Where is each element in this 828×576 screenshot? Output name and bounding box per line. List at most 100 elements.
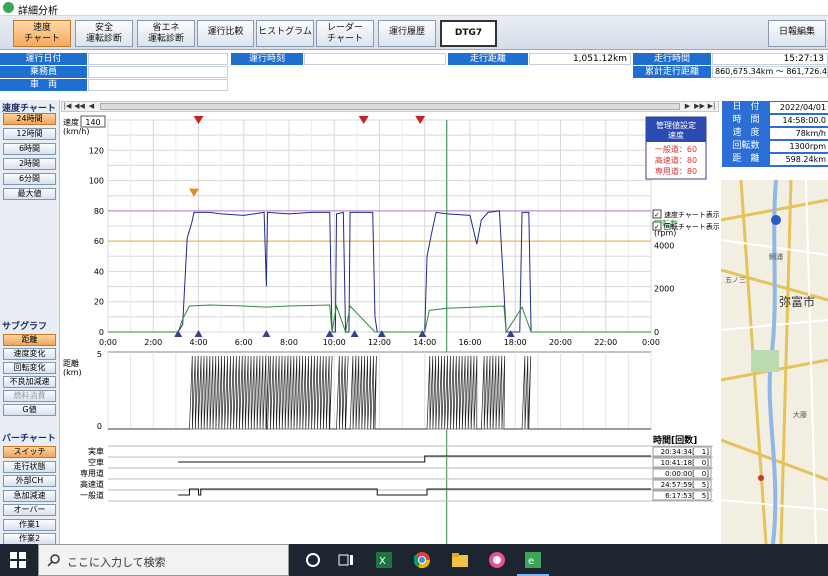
task-view-icon[interactable] — [338, 552, 354, 568]
subgraph-g-value-button[interactable]: G値 — [3, 404, 56, 416]
time-tick-label: 16:00 — [458, 338, 481, 347]
scroll-back-button[interactable]: ◀ — [86, 102, 97, 111]
scroll-forward-button[interactable]: ▶ — [682, 102, 693, 111]
time-tick-label: 0:00 — [642, 338, 660, 347]
bar-chart-section-title: バーチャート — [2, 434, 56, 444]
max-value-button[interactable]: 最大値 — [3, 188, 56, 200]
daily-report-edit-button[interactable]: 日報編集 — [768, 20, 826, 47]
app-icon — [3, 2, 14, 13]
speed-tick-label: 100 — [89, 177, 104, 186]
cortana-icon[interactable] — [305, 552, 321, 568]
time-tick-label: 0:00 — [99, 338, 117, 347]
speed-axis-unit: (km/h) — [63, 127, 89, 136]
speed-tick-label: 0 — [99, 328, 104, 337]
map-place-label: 大藤 — [793, 411, 807, 419]
bar-external-ch-button[interactable]: 外部CH — [3, 475, 56, 487]
bar-over-button[interactable]: オーバー — [3, 504, 56, 516]
speed-max-input-value: 140 — [85, 118, 100, 127]
rpm-tick-label: 4000 — [654, 241, 674, 250]
distance-tick-label: 0 — [97, 422, 102, 431]
speed-tick-label: 120 — [89, 146, 104, 155]
time-tick-label: 2:00 — [144, 338, 162, 347]
search-icon — [47, 554, 60, 567]
scroll-first-button[interactable]: |◀ — [62, 102, 73, 111]
tab-speed-chart[interactable]: 速度 チャート — [13, 20, 71, 47]
checkmark-icon: ✓ — [654, 223, 660, 231]
time-tick-label: 4:00 — [190, 338, 208, 347]
tab-safety-diagnosis[interactable]: 安全 運転診断 — [75, 20, 133, 47]
time-tick-label: 10:00 — [323, 338, 346, 347]
tab-trip-history[interactable]: 運行履歴 — [378, 20, 436, 47]
bar-row-label: 専用道 — [80, 468, 104, 478]
info-label: 速 度 — [732, 128, 760, 138]
subgraph-distance-button[interactable]: 距離 — [3, 334, 56, 346]
bar-switch-button[interactable]: スイッチ — [3, 446, 56, 458]
scroll-thumb[interactable] — [100, 103, 680, 110]
chart-toggle-label: 回転チャート表示 — [664, 222, 719, 231]
info-value: 598.24km — [770, 154, 828, 165]
file-explorer-icon[interactable] — [452, 552, 468, 568]
svg-text:X: X — [379, 556, 386, 567]
tab-dtg7[interactable]: DTG7 — [440, 20, 497, 47]
drive-time-value: 15:27:13 — [712, 53, 828, 65]
time-tick-label: 22:00 — [594, 338, 617, 347]
info-row: 日 付 2022/04/01 — [722, 101, 828, 114]
range-6min-button[interactable]: 6分間 — [3, 173, 56, 185]
range-2h-button[interactable]: 2時間 — [3, 158, 56, 170]
taskbar-search-box[interactable]: ここに入力して検索 — [38, 544, 289, 576]
tab-trip-compare[interactable]: 運行比較 — [197, 20, 254, 47]
subgraph-fuel-button[interactable]: 燃料消費 — [3, 390, 56, 402]
subgraph-section-title: サブグラフ — [2, 322, 48, 332]
tab-bar: 速度 チャート 安全 運転診断 省エネ 運転診断 運行比較 ヒストグラム レーダー チャ… — [0, 16, 828, 50]
checkmark-icon: ✓ — [654, 211, 660, 219]
info-row: 距 離 598.24km — [722, 153, 828, 166]
windows-start-icon[interactable] — [10, 552, 26, 568]
chrome-icon[interactable] — [414, 552, 430, 568]
analysis-app-icon[interactable]: e — [525, 552, 541, 568]
bar-row-value: 0:00:00[ 0] — [665, 470, 709, 478]
legend-express: 専用道：80 — [655, 166, 697, 176]
info-value: 2022/04/01 — [770, 102, 828, 113]
title-bar: 詳細分析 — [0, 0, 828, 17]
range-6h-button[interactable]: 6時間 — [3, 143, 56, 155]
bar-sudden-accel-button[interactable]: 急加減速 — [3, 489, 56, 502]
bar-driving-state-button[interactable]: 走行状態 — [3, 460, 56, 473]
legend-subtitle: 速度 — [668, 130, 684, 140]
map-place-label: 五ノ三 — [725, 276, 746, 284]
vehicle-label: 車 両 — [0, 79, 87, 91]
tab-eco-diagnosis[interactable]: 省エネ 運転診断 — [137, 20, 195, 47]
drive-time-label: 走行時間 — [633, 53, 711, 65]
bar-row-value: 10:41:18[ 0] — [661, 459, 710, 467]
range-24h-button[interactable]: 24時間 — [3, 113, 56, 125]
scroll-fast-back-button[interactable]: ◀◀ — [74, 102, 85, 111]
vehicle-value — [88, 79, 228, 91]
range-12h-button[interactable]: 12時間 — [3, 128, 56, 140]
bar-table-header: 時間[回数] — [653, 434, 697, 446]
bar-work1-button[interactable]: 作業1 — [3, 518, 56, 531]
scroll-fast-forward-button[interactable]: ▶▶ — [694, 102, 705, 111]
bar-row-value: 24:57:59[ 5] — [661, 481, 710, 489]
bar-row-value: 20:34:34[ 1] — [661, 448, 710, 456]
cursor-info-panel: 日 付 2022/04/01 時 間 14:58:00.0 速 度 78km/h 回転数 13… — [722, 101, 828, 167]
distance-tick-label: 5 — [97, 350, 102, 359]
bar-row-label: 空車 — [88, 457, 104, 467]
subgraph-rpm-change-button[interactable]: 回転変化 — [3, 362, 56, 374]
map-graphic — [721, 180, 828, 544]
map-place-label: 鯏浦 — [769, 253, 783, 261]
info-label: 距 離 — [732, 154, 760, 164]
scroll-last-button[interactable]: ▶| — [706, 102, 717, 111]
speed-axis-label: 速度 — [63, 117, 79, 127]
route-map[interactable]: 弥富市 五ノ三 鯏浦 大藤 — [721, 180, 828, 544]
excel-icon[interactable]: X — [376, 552, 392, 568]
info-label: 回転数 — [732, 141, 760, 151]
subgraph-speed-change-button[interactable]: 速度変化 — [3, 348, 56, 360]
tab-radar-chart[interactable]: レーダー チャート — [316, 20, 374, 47]
subgraph-bad-accel-button[interactable]: 不良加減速 — [3, 376, 56, 388]
info-row: 回転数 1300rpm — [722, 140, 828, 153]
time-scrollbar[interactable]: |◀ ◀◀ ◀ ▶ ▶▶ ▶| — [61, 101, 719, 112]
time-tick-label: 12:00 — [368, 338, 391, 347]
info-value: 14:58:00.0 — [770, 115, 828, 126]
app-pink-icon[interactable] — [489, 552, 505, 568]
tab-histogram[interactable]: ヒストグラム — [256, 20, 314, 47]
info-value: 78km/h — [770, 128, 828, 139]
